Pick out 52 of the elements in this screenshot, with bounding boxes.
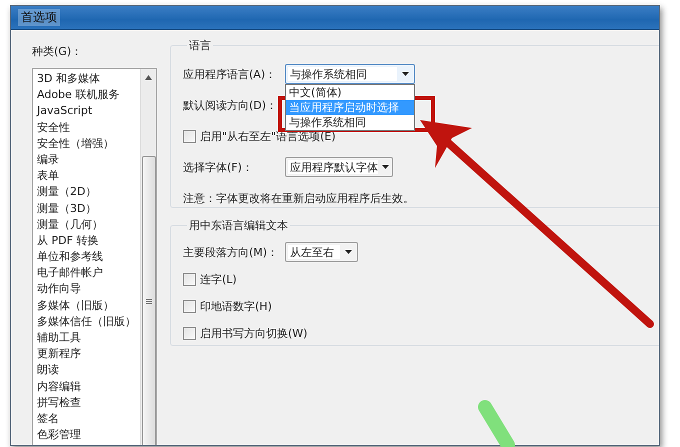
- category-item[interactable]: 3D 和多媒体: [36, 71, 140, 88]
- window-title: 首选项: [18, 9, 60, 26]
- category-item[interactable]: 测量（几何）: [36, 216, 140, 233]
- highlighter-stroke: [478, 400, 515, 447]
- category-item[interactable]: Adobe 联机服务: [36, 87, 140, 104]
- category-item[interactable]: 安全性（增强）: [36, 136, 140, 152]
- category-item[interactable]: 单位和参考线: [36, 249, 140, 266]
- category-item[interactable]: 签名: [36, 410, 140, 428]
- scrollbar-thumb[interactable]: [142, 156, 156, 445]
- checkbox[interactable]: [183, 326, 196, 340]
- dropdown[interactable]: 应用程序默认字体: [285, 157, 393, 177]
- category-item[interactable]: 电子邮件帐户: [36, 265, 140, 282]
- caret-icon: [345, 250, 352, 254]
- category-item[interactable]: 测量（3D）: [36, 200, 140, 217]
- checkbox-label[interactable]: 印地语数字(H): [200, 298, 272, 314]
- checkbox[interactable]: [183, 130, 196, 142]
- dropdown-option[interactable]: 中文(简体): [286, 85, 414, 100]
- category-item[interactable]: 多媒体（旧版）: [36, 298, 140, 314]
- field-label: 主要段落方向(M)：: [183, 244, 280, 260]
- caret-icon: [382, 165, 388, 169]
- category-item[interactable]: 测量（2D）: [36, 184, 140, 200]
- category-item[interactable]: 朗读: [36, 362, 140, 379]
- checkbox[interactable]: [183, 272, 196, 286]
- field-label: 选择字体(F)：: [183, 160, 254, 174]
- checkbox-label[interactable]: 连字(L): [200, 272, 237, 286]
- scrollbar[interactable]: [140, 69, 156, 445]
- category-item[interactable]: 内容编辑: [36, 378, 140, 395]
- category-item[interactable]: 安全性: [36, 120, 140, 136]
- group-title: 用中东语言编辑文本: [188, 218, 289, 233]
- caret-icon: [402, 72, 409, 76]
- category-item[interactable]: 更新程序: [36, 346, 140, 362]
- category-item[interactable]: 辅助工具: [36, 330, 140, 346]
- category-item[interactable]: 从 PDF 转换: [36, 232, 140, 250]
- category-item[interactable]: 表单: [36, 168, 140, 184]
- group-title: 语言: [188, 38, 212, 53]
- note-text: 注意：字体更改将在重新启动应用程序后生效。: [183, 190, 414, 206]
- field-label: 应用程序语言(A)：: [183, 66, 278, 82]
- checkbox[interactable]: [183, 300, 196, 312]
- category-item[interactable]: JavaScript: [36, 103, 140, 120]
- dropdown[interactable]: 从左至右: [285, 242, 358, 262]
- category-item[interactable]: 多媒体信任（旧版）: [36, 314, 140, 330]
- category-label: 种类(G)：: [32, 44, 84, 60]
- dropdown-option[interactable]: 与操作系统相同: [286, 115, 414, 130]
- grip-icon: [146, 298, 152, 304]
- category-item[interactable]: 色彩管理: [36, 427, 140, 444]
- scroll-up-icon[interactable]: [145, 75, 152, 80]
- checkbox-label[interactable]: 启用书写方向切换(W): [200, 326, 308, 340]
- dropdown[interactable]: 与操作系统相同: [285, 64, 415, 84]
- category-item[interactable]: 拼写检查: [36, 394, 140, 411]
- category-item[interactable]: 编录: [36, 152, 140, 168]
- category-item[interactable]: 动作向导: [36, 281, 140, 298]
- field-label: 默认阅读方向(D)：: [183, 98, 278, 112]
